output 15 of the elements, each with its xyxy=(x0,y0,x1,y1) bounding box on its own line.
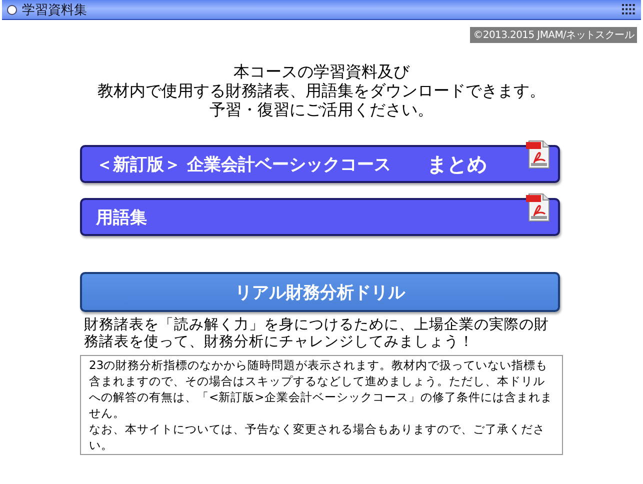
notice-text: 23の財務分析指標のなかから随時問題が表示されます。教材内で扱っていない指標も含まれますので、その場合はスキップするなどして進めましょう。ただし、本ドリルへの解答の有無は、「<新訂版>企業会計ベーシックコース」の修了条件には含まれません。 xyxy=(89,357,554,421)
circle-icon xyxy=(7,4,17,14)
drill-description: 財務諸表を「読み解く力」を身につけるために、上場企業の実際の財務諸表を使って、財務分析にチャレンジしてみましょう！ xyxy=(84,317,550,351)
intro-text: 教材内で使用する財務諸表、用語集をダウンロードできます。 xyxy=(96,81,546,100)
copyright-label: ©2013.2015 JMAM/ネットスクール xyxy=(470,27,637,43)
download-button[interactable]: 用語集 xyxy=(80,198,560,236)
download-button[interactable]: ＜新訂版＞ 企業会計ベーシックコース まとめ xyxy=(80,145,560,183)
pdf-icon xyxy=(526,139,550,169)
intro-text: 本コースの学習資料及び xyxy=(232,62,411,81)
window-title: 学習資料集 xyxy=(22,2,87,18)
notice-text: なお、本サイトについては、予告なく変更される場合もありますので、ご了承ください。 xyxy=(89,421,546,453)
intro-text: 予習・復習にご活用ください。 xyxy=(208,100,434,119)
pdf-icon xyxy=(526,192,550,222)
drill-banner[interactable]: リアル財務分析ドリル xyxy=(80,272,560,312)
grip-icon xyxy=(622,4,636,16)
